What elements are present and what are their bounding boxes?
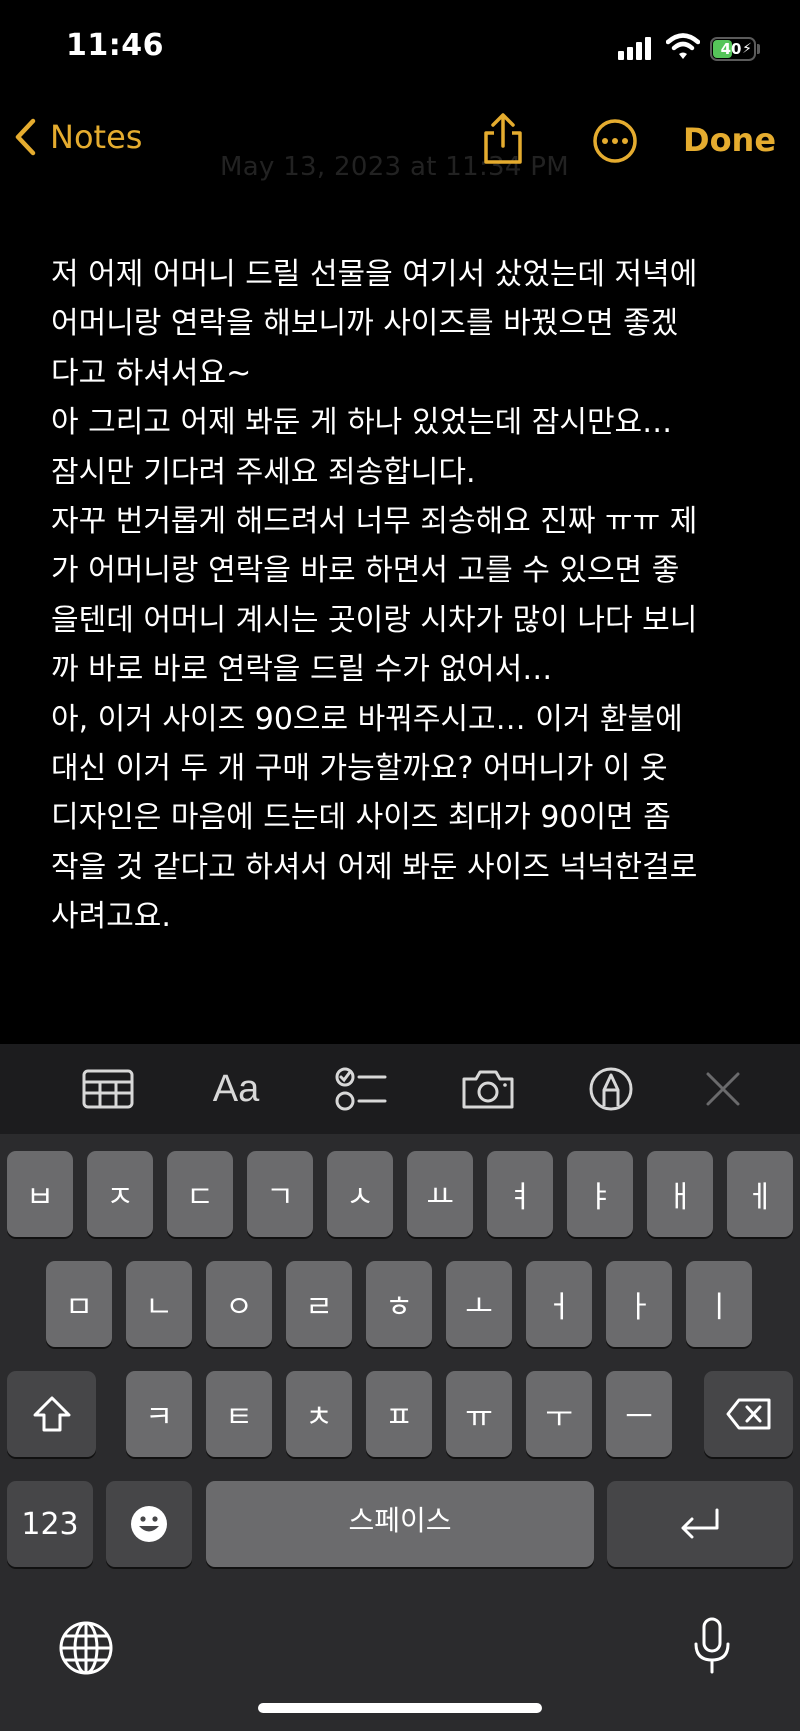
note-line: 자꾸 번거롭게 해드려서 너무 죄송해요 진짜 ㅠㅠ 제 xyxy=(51,504,698,540)
key-siot[interactable]: ㅅ xyxy=(327,1151,393,1237)
key-jieut[interactable]: ㅈ xyxy=(87,1151,153,1237)
emoji-icon xyxy=(131,1506,167,1542)
key-pieup[interactable]: ㅍ xyxy=(366,1371,432,1457)
korean-keyboard: ㅂ ㅈ ㄷ ㄱ ㅅ ㅛ ㅕ ㅑ ㅐ ㅔ ㅁ ㄴ ㅇ ㄹ ㅎ ㅗ ㅓ ㅏ ㅣ ㅋ … xyxy=(0,1134,800,1731)
close-toolbar-button[interactable] xyxy=(704,1066,742,1112)
key-kieuk[interactable]: ㅋ xyxy=(126,1371,192,1457)
home-indicator[interactable] xyxy=(258,1703,542,1713)
status-time: 11:46 xyxy=(66,28,164,63)
cellular-signal-icon xyxy=(618,36,654,60)
numbers-key[interactable]: 123 xyxy=(7,1481,93,1567)
note-line: 작을 것 같다고 하셔서 어제 봐둔 사이즈 넉넉한걸로 xyxy=(51,849,698,885)
checklist-icon xyxy=(335,1067,387,1111)
close-icon xyxy=(706,1072,740,1106)
back-label: Notes xyxy=(50,118,143,156)
key-eu[interactable]: ㅡ xyxy=(606,1371,672,1457)
key-chieut[interactable]: ㅊ xyxy=(286,1371,352,1457)
note-line: 까 바로 바로 연락을 드릴 수가 없어서… xyxy=(51,652,553,688)
key-yeo[interactable]: ㅕ xyxy=(487,1151,553,1237)
more-icon xyxy=(593,119,637,163)
microphone-icon xyxy=(694,1617,730,1674)
battery-nub xyxy=(757,44,760,54)
table-button[interactable] xyxy=(80,1066,136,1112)
emoji-key[interactable] xyxy=(106,1481,192,1567)
shift-icon xyxy=(33,1396,70,1432)
done-button[interactable]: Done xyxy=(683,121,776,159)
key-tieut[interactable]: ㅌ xyxy=(206,1371,272,1457)
note-line: 다고 하셔서요~ xyxy=(51,355,252,391)
key-yo[interactable]: ㅛ xyxy=(407,1151,473,1237)
note-line: 을텐데 어머니 계시는 곳이랑 시차가 많이 나다 보니 xyxy=(51,602,698,638)
key-rieul[interactable]: ㄹ xyxy=(286,1261,352,1347)
key-yu[interactable]: ㅠ xyxy=(446,1371,512,1457)
shift-key[interactable] xyxy=(7,1371,96,1457)
note-line: 가 어머니랑 연락을 바로 하면서 고를 수 있으면 좋 xyxy=(51,553,680,589)
key-bieup[interactable]: ㅂ xyxy=(7,1151,73,1237)
key-hieut[interactable]: ㅎ xyxy=(366,1261,432,1347)
share-icon xyxy=(484,113,522,164)
markup-icon xyxy=(589,1067,633,1111)
key-i[interactable]: ㅣ xyxy=(686,1261,752,1347)
battery-indicator: 40 ⚡ xyxy=(710,37,756,61)
note-line: 아, 이거 사이즈 90으로 바꿔주시고… 이거 환불에 xyxy=(51,701,683,737)
markup-button[interactable] xyxy=(588,1066,634,1112)
note-line: 저 어제 어머니 드릴 선물을 여기서 샀었는데 저녁에 xyxy=(51,257,698,292)
key-u[interactable]: ㅜ xyxy=(526,1371,592,1457)
key-ieung[interactable]: ㅇ xyxy=(206,1261,272,1347)
checklist-button[interactable] xyxy=(334,1066,388,1112)
key-o[interactable]: ㅗ xyxy=(446,1261,512,1347)
note-body[interactable]: 저 어제 어머니 드릴 선물을 여기서 샀었는데 저녁에 어머니랑 연락을 해보… xyxy=(51,250,761,942)
more-options-button[interactable] xyxy=(592,118,638,168)
charging-bolt-icon: ⚡ xyxy=(742,41,752,57)
note-line: 아 그리고 어제 봐둔 게 하나 있었는데 잠시만요… xyxy=(51,405,673,441)
share-button[interactable] xyxy=(480,113,526,169)
globe-button[interactable] xyxy=(58,1620,114,1680)
key-nieun[interactable]: ㄴ xyxy=(126,1261,192,1347)
globe-icon xyxy=(59,1621,113,1675)
formatting-toolbar: Aa xyxy=(0,1044,800,1134)
key-ae[interactable]: ㅐ xyxy=(647,1151,713,1237)
table-icon xyxy=(82,1069,134,1109)
format-button[interactable]: Aa xyxy=(203,1066,269,1112)
space-key[interactable]: 스페이스 xyxy=(206,1481,594,1567)
key-giyeok[interactable]: ㄱ xyxy=(247,1151,313,1237)
key-a[interactable]: ㅏ xyxy=(606,1261,672,1347)
wifi-icon xyxy=(665,32,701,64)
note-line: 디자인은 마음에 드는데 사이즈 최대가 90이면 좀 xyxy=(51,800,671,836)
chevron-left-icon xyxy=(15,118,36,156)
note-line: 대신 이거 두 개 구매 가능할까요? 어머니가 이 옷 xyxy=(51,751,668,787)
note-line: 어머니랑 연락을 해보니까 사이즈를 바꿨으면 좋겠 xyxy=(51,306,679,342)
key-digeut[interactable]: ㄷ xyxy=(167,1151,233,1237)
note-line: 사려고요. xyxy=(51,899,171,935)
back-to-notes-button[interactable]: Notes xyxy=(14,118,142,156)
return-icon xyxy=(681,1508,719,1539)
delete-key[interactable] xyxy=(704,1371,793,1457)
camera-button[interactable] xyxy=(460,1066,516,1112)
camera-icon xyxy=(462,1070,514,1109)
key-ya[interactable]: ㅑ xyxy=(567,1151,633,1237)
key-eo[interactable]: ㅓ xyxy=(526,1261,592,1347)
return-key[interactable] xyxy=(607,1481,793,1567)
key-e[interactable]: ㅔ xyxy=(727,1151,793,1237)
key-mieum[interactable]: ㅁ xyxy=(46,1261,112,1347)
note-line: 잠시만 기다려 주세요 죄송합니다. xyxy=(51,454,476,490)
dictation-button[interactable] xyxy=(692,1616,732,1680)
delete-icon xyxy=(726,1398,770,1430)
